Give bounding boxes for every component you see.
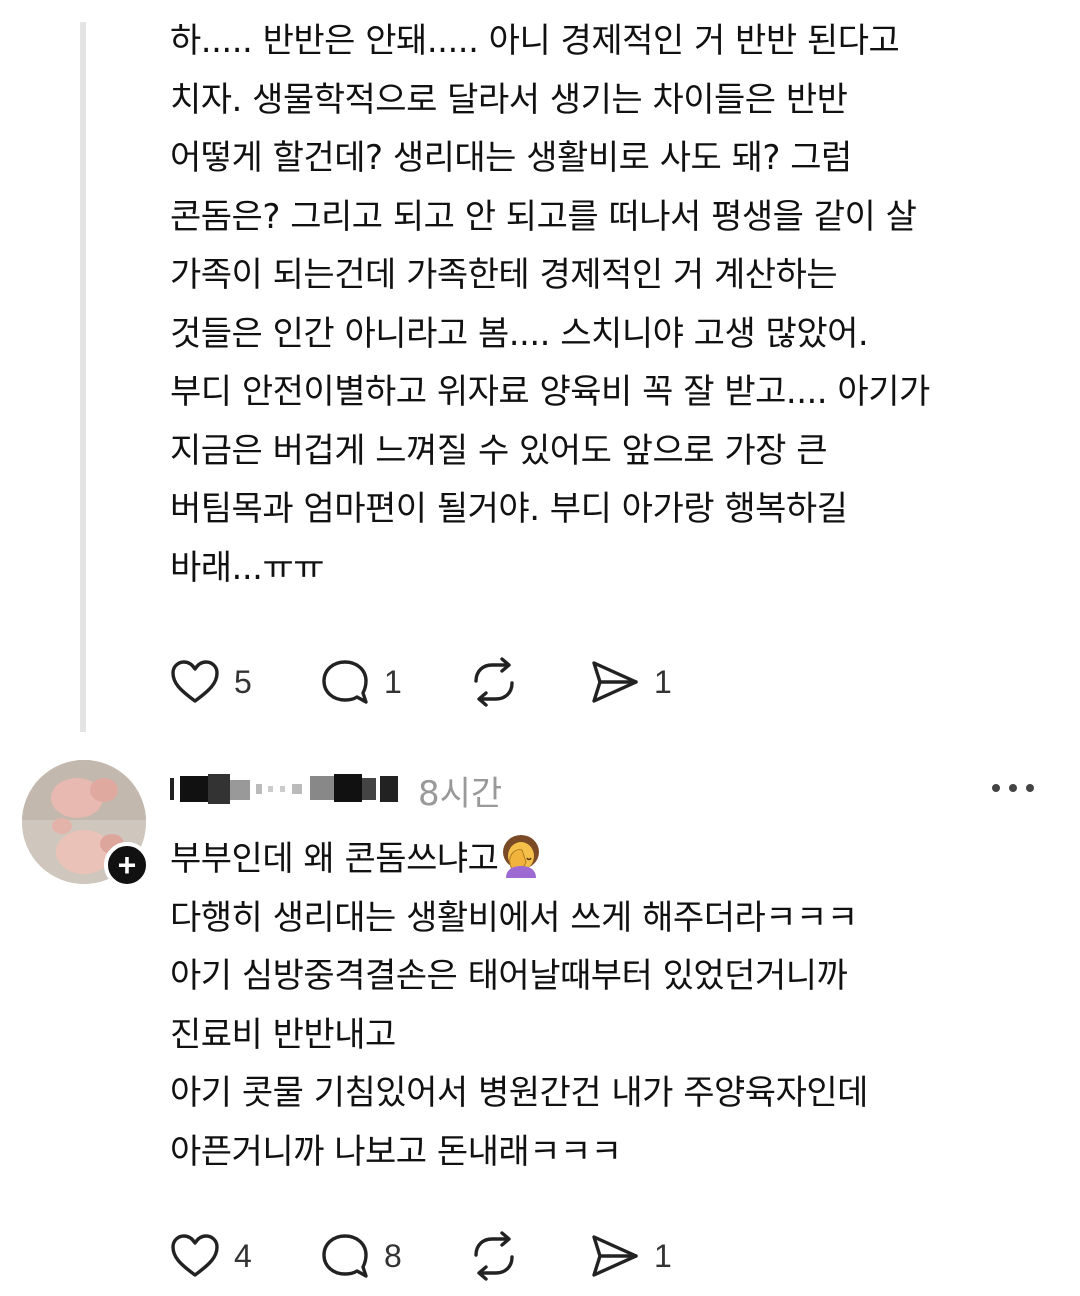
username-redacted <box>170 774 398 804</box>
like-count: 4 <box>234 1237 252 1274</box>
post1-line: 바래...ㅠㅠ <box>170 547 325 588</box>
share-button[interactable]: 1 <box>590 657 672 707</box>
post1-line: 것들은 인간 아니라고 봄.... 스치니야 고생 많았어. <box>170 313 869 354</box>
share-count: 1 <box>654 1237 672 1274</box>
share-button[interactable]: 1 <box>590 1231 672 1281</box>
more-dots-icon <box>992 784 1034 792</box>
repost-arrows-icon <box>474 657 514 707</box>
more-options-button[interactable] <box>990 776 1036 800</box>
send-arrow-icon <box>592 1235 638 1277</box>
like-button[interactable]: 4 <box>170 1231 252 1281</box>
post1-line: 콘돔은? 그리고 되고 안 되고를 떠나서 평생을 같이 살 <box>170 196 917 237</box>
post1-line: 버팀목과 엄마편이 될거야. 부디 아가랑 행복하길 <box>170 489 848 529</box>
repost-button[interactable] <box>468 1231 520 1281</box>
post1-line: 부디 안전이별하고 위자료 양육비 꼭 잘 받고.... 아기가 <box>170 372 930 412</box>
post2-line-first: 부부인데 왜 콘돔쓰냐고 <box>170 830 868 889</box>
post2-body: 부부인데 왜 콘돔쓰냐고 다행히 생리대는 생활비에서 쓰게 해주더라ㅋㅋㅋ 아… <box>170 830 868 1181</box>
reply-button[interactable]: 8 <box>320 1231 402 1281</box>
face-palm-emoji <box>503 835 540 878</box>
post1-body: 하..... 반반은 안돼..... 아니 경제적인 거 반반 된다고 치자. … <box>170 12 930 597</box>
speech-bubble-icon <box>322 660 368 704</box>
post2-line: 아기 콧물 기침있어서 병원간건 내가 주양육자인데 <box>170 1073 868 1113</box>
post2-line: 다행히 생리대는 생활비에서 쓰게 해주더라ㅋㅋㅋ <box>170 897 858 938</box>
post1-action-bar: 5 1 1 <box>170 657 730 707</box>
post2-line: 아픈거니까 나보고 돈내래ㅋㅋㅋ <box>170 1131 622 1172</box>
reply-count: 8 <box>384 1237 402 1274</box>
speech-bubble-icon <box>322 1234 368 1278</box>
like-button[interactable]: 5 <box>170 657 252 707</box>
repost-button[interactable] <box>468 657 520 707</box>
heart-icon <box>171 1234 219 1277</box>
post-timestamp: 8시간 <box>418 774 503 814</box>
post2-line: 진료비 반반내고 <box>170 1014 396 1055</box>
follow-plus-button[interactable]: + <box>104 842 150 888</box>
heart-icon <box>171 660 219 703</box>
repost-arrows-icon <box>474 1231 514 1281</box>
reply-button[interactable]: 1 <box>320 657 402 707</box>
share-count: 1 <box>654 663 672 700</box>
post1-line: 어떻게 할건데? 생리대는 생활비로 사도 돼? 그럼 <box>170 138 852 178</box>
post1-line: 치자. 생물학적으로 달라서 생기는 차이들은 반반 <box>170 79 848 120</box>
send-arrow-icon <box>592 661 638 703</box>
post2-line: 아기 심방중격결손은 태어날때부터 있었던거니까 <box>170 956 848 996</box>
post1-line: 지금은 버겁게 느껴질 수 있어도 앞으로 가장 큰 <box>170 430 827 471</box>
post1-line: 가족이 되는건데 가족한테 경제적인 거 계산하는 <box>170 255 838 295</box>
like-count: 5 <box>234 663 252 700</box>
post2-action-bar: 4 8 1 <box>170 1231 730 1281</box>
reply-count: 1 <box>384 663 402 700</box>
post2-line: 부부인데 왜 콘돔쓰냐고 <box>170 839 499 879</box>
plus-icon: + <box>117 847 137 883</box>
post1-line: 하..... 반반은 안돼..... 아니 경제적인 거 반반 된다고 <box>170 21 900 61</box>
thread-connector-line <box>80 22 86 732</box>
